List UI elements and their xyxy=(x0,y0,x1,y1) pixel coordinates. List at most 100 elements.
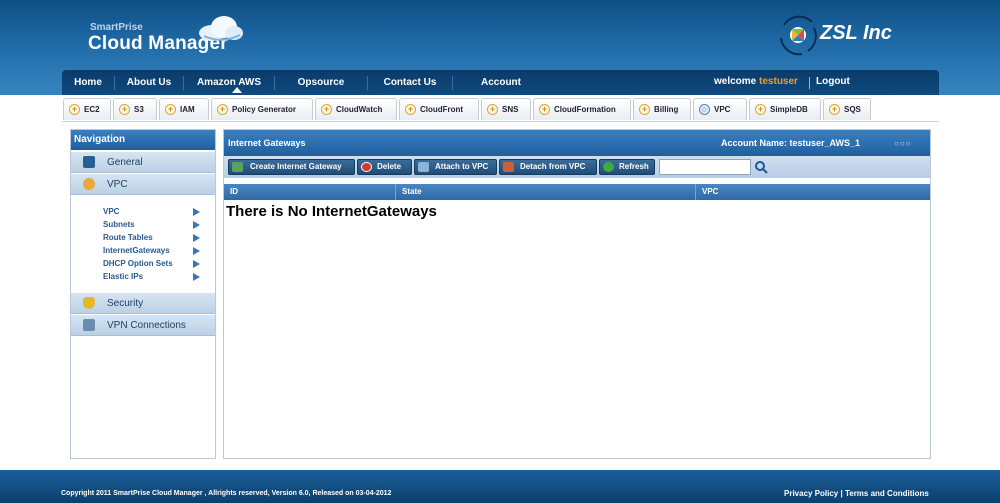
welcome-prefix: welcome xyxy=(714,76,757,87)
gateway-toolbar: Create Internet Gateway Delete Attach to… xyxy=(224,156,930,178)
button-label: Create Internet Gateway xyxy=(250,162,342,171)
tab-label: IAM xyxy=(180,105,195,114)
network-icon xyxy=(83,178,95,190)
tab-label: CloudFront xyxy=(420,105,464,114)
button-label: Attach to VPC xyxy=(435,162,489,171)
arrow-right-icon xyxy=(193,260,200,268)
sidebar-item-label: General xyxy=(107,157,143,168)
nav-about-us[interactable]: About Us xyxy=(115,70,183,95)
sidebar-item-vpn-connections[interactable]: VPN Connections xyxy=(71,315,215,336)
button-label: Refresh xyxy=(619,162,649,171)
sidebar-item-label: VPN Connections xyxy=(107,320,186,331)
service-tabs: + EC2 + S3 + IAM + Policy Generator + CloudWa… xyxy=(62,96,939,122)
tab-label: SQS xyxy=(844,105,861,114)
tab-label: CloudWatch xyxy=(336,105,383,114)
vpc-link-route-tables[interactable]: Route Tables xyxy=(103,233,153,242)
attach-to-vpc-button[interactable]: Attach to VPC xyxy=(414,159,497,175)
detach-icon xyxy=(503,162,514,172)
sidebar-item-security[interactable]: Security xyxy=(71,293,215,314)
tab-iam[interactable]: + IAM xyxy=(159,98,209,120)
welcome-text: welcome testuser xyxy=(714,76,798,87)
refresh-button[interactable]: Refresh xyxy=(599,159,655,175)
main-navbar: Home About Us Amazon AWS Opsource Contac… xyxy=(62,70,939,95)
vpc-link-vpc[interactable]: VPC xyxy=(103,207,119,216)
active-nav-caret-icon xyxy=(232,87,242,93)
sidebar-item-general[interactable]: General xyxy=(71,152,215,173)
nav-amazon-aws[interactable]: Amazon AWS xyxy=(184,70,274,95)
tab-plus-icon: + xyxy=(405,104,416,115)
vpc-link-elastic-ips[interactable]: Elastic IPs xyxy=(103,272,143,281)
tab-policy-generator[interactable]: + Policy Generator xyxy=(211,98,313,120)
internet-gateways-panel: Internet Gateways Account Name: testuser… xyxy=(223,129,931,459)
computer-icon xyxy=(83,156,95,168)
tab-s3[interactable]: + S3 xyxy=(113,98,157,120)
vpc-link-dhcp-option-sets[interactable]: DHCP Option Sets xyxy=(103,259,173,268)
tab-simpledb[interactable]: + SimpleDB xyxy=(749,98,821,120)
tab-cloudfront[interactable]: + CloudFront xyxy=(399,98,479,120)
sidebar-item-label: Security xyxy=(107,298,144,309)
tab-plus-icon: + xyxy=(487,104,498,115)
tab-cloudwatch[interactable]: + CloudWatch xyxy=(315,98,397,120)
tab-plus-icon: + xyxy=(539,104,550,115)
arrow-right-icon xyxy=(193,247,200,255)
sidebar-item-label: VPC xyxy=(107,179,128,190)
arrow-right-icon xyxy=(193,208,200,216)
tab-label: SNS xyxy=(502,105,519,114)
welcome-username: testuser xyxy=(759,76,798,87)
button-label: Detach from VPC xyxy=(520,162,586,171)
tab-plus-icon: + xyxy=(829,104,840,115)
nav-home[interactable]: Home xyxy=(62,70,114,95)
tab-billing[interactable]: + Billing xyxy=(633,98,691,120)
tab-label: VPC xyxy=(714,105,731,114)
welcome-separator xyxy=(809,77,810,89)
column-header-vpc[interactable]: VPC xyxy=(696,184,930,200)
tab-label: CloudFormation xyxy=(554,105,616,114)
tab-plus-icon: + xyxy=(755,104,766,115)
tab-plus-icon: + xyxy=(321,104,332,115)
tab-sqs[interactable]: + SQS xyxy=(823,98,871,120)
sidebar-item-vpc[interactable]: VPC xyxy=(71,174,215,195)
tab-sns[interactable]: + SNS xyxy=(481,98,531,120)
refresh-icon xyxy=(603,162,614,172)
tab-label: Policy Generator xyxy=(232,105,297,114)
tab-plus-icon: + xyxy=(639,104,650,115)
delete-icon xyxy=(361,162,372,172)
nav-opsource[interactable]: Opsource xyxy=(275,70,367,95)
column-header-state[interactable]: State xyxy=(396,184,696,200)
tab-plus-icon: + xyxy=(165,104,176,115)
vpc-link-subnets[interactable]: Subnets xyxy=(103,220,135,229)
account-name: Account Name: testuser_AWS_1 xyxy=(721,138,861,148)
logout-link[interactable]: Logout xyxy=(816,76,850,87)
search-input[interactable] xyxy=(659,159,751,175)
delete-button[interactable]: Delete xyxy=(357,159,412,175)
terms-link[interactable]: Terms and Conditions xyxy=(845,489,929,498)
button-label: Delete xyxy=(377,162,402,171)
tab-label: S3 xyxy=(134,105,144,114)
company-name: ZSL Inc xyxy=(820,22,892,44)
tab-vpc[interactable]: ○ VPC xyxy=(693,98,747,120)
footer: Copyright 2011 SmartPrise Cloud Manager … xyxy=(0,470,1000,503)
tab-ec2[interactable]: + EC2 xyxy=(63,98,111,120)
tab-active-icon: ○ xyxy=(699,104,710,115)
panel-options-icon[interactable]: ○○○ xyxy=(894,139,912,148)
tab-plus-icon: + xyxy=(69,104,80,115)
detach-from-vpc-button[interactable]: Detach from VPC xyxy=(499,159,597,175)
tab-cloudformation[interactable]: + CloudFormation xyxy=(533,98,631,120)
arrow-right-icon xyxy=(193,221,200,229)
search-icon[interactable] xyxy=(754,160,768,174)
sidebar-title: Navigation xyxy=(71,130,215,150)
vpc-link-internet-gateways[interactable]: InternetGateways xyxy=(103,246,170,255)
column-header-id[interactable]: ID xyxy=(224,184,396,200)
tab-label: Billing xyxy=(654,105,679,114)
panel-header: Internet Gateways Account Name: testuser… xyxy=(224,130,930,156)
panel-title: Internet Gateways xyxy=(228,138,306,148)
create-internet-gateway-button[interactable]: Create Internet Gateway xyxy=(228,159,355,175)
nav-contact-us[interactable]: Contact Us xyxy=(368,70,452,95)
vpn-icon xyxy=(83,319,95,331)
navigation-sidebar: Navigation General VPC VPC Subnets Route… xyxy=(70,129,216,459)
nav-account[interactable]: Account xyxy=(453,70,549,95)
gateway-table-header: ID State VPC xyxy=(224,184,930,200)
privacy-policy-link[interactable]: Privacy Policy xyxy=(784,489,838,498)
attach-icon xyxy=(418,162,429,172)
arrow-right-icon xyxy=(193,273,200,281)
